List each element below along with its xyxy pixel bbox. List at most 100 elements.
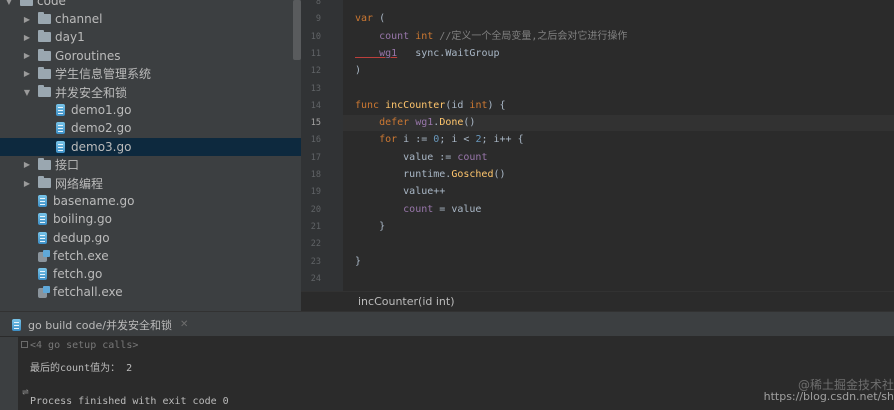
code-line[interactable]: count int //定义一个全局变量,之后会对它进行操作	[343, 29, 894, 45]
tree-item[interactable]: ▶ 学生信息管理系统	[0, 65, 301, 83]
chevron-right-icon[interactable]: ▶	[22, 15, 32, 24]
code-line[interactable]	[343, 271, 894, 287]
tree-item[interactable]: ▶ 接口	[0, 156, 301, 174]
code-line[interactable]: for i := 0; i < 2; i++ {	[343, 132, 894, 148]
line-number: 23	[310, 256, 321, 267]
run-console[interactable]: ⇌ <4 go setup calls> 最后的count值为： 2 Process…	[18, 337, 894, 410]
code-line[interactable]	[343, 236, 894, 252]
tree-item[interactable]: demo2.go	[0, 119, 301, 137]
run-tab-label: go build code/并发安全和锁	[28, 318, 172, 332]
chevron-right-icon[interactable]: ▶	[22, 51, 32, 60]
project-tree[interactable]: ▼ code ▶ channel ▶ day1 ▶ Goroutines ▶ 学生信息管理系统 ▼ 并…	[0, 0, 301, 311]
go-file-icon	[38, 213, 47, 226]
code-line[interactable]	[343, 81, 894, 97]
tree-item[interactable]: fetchall.exe	[0, 283, 301, 301]
line-number: 20	[310, 204, 321, 215]
code-text: var (	[355, 11, 385, 27]
go-file-icon	[38, 268, 47, 280]
tree-item[interactable]: dedup.go	[0, 229, 301, 247]
tree-item[interactable]: fetch.go	[0, 265, 301, 283]
code-token: Gosched	[451, 169, 494, 180]
code-line[interactable]	[343, 0, 894, 10]
code-token: runtime.	[355, 169, 452, 180]
tree-item[interactable]: demo1.go	[0, 101, 301, 119]
code-editor[interactable]: var ( count int //定义一个全局变量,之后会对它进行操作 wg1…	[343, 0, 894, 291]
line-number: 22	[310, 239, 321, 250]
line-number: 14	[310, 100, 321, 111]
tree-item[interactable]: boiling.go	[0, 210, 301, 228]
chevron-right-icon[interactable]: ▶	[22, 69, 32, 78]
code-token: for	[355, 134, 404, 146]
code-line[interactable]: defer wg1.Done()	[343, 115, 894, 132]
line-number: 9	[315, 14, 321, 25]
line-number: 11	[310, 48, 321, 59]
code-line[interactable]: value++	[343, 184, 894, 200]
code-token: }	[355, 255, 362, 267]
tree-item-label: demo1.go	[71, 103, 132, 118]
code-text: value++	[355, 184, 445, 200]
line-number-gutter: 8 9 10 11 12 13 14 15 16 17 18 19 20 21 22 23 24	[301, 0, 352, 291]
code-token: int	[469, 99, 488, 111]
expand-icon[interactable]	[21, 341, 28, 348]
code-token: ) {	[487, 99, 506, 111]
code-text: count int //定义一个全局变量,之后会对它进行操作	[355, 29, 627, 45]
close-icon[interactable]: ✕	[180, 319, 188, 330]
code-line[interactable]: wg1 sync.WaitGroup	[343, 46, 894, 62]
code-line[interactable]: }	[343, 219, 894, 235]
console-line: <4 go setup calls>	[30, 340, 139, 351]
chevron-down-icon[interactable]: ▼	[4, 0, 14, 6]
tree-item-label: fetchall.exe	[53, 285, 123, 300]
line-number: 13	[310, 83, 321, 94]
code-line[interactable]: var (	[343, 11, 894, 27]
tree-scrollbar[interactable]	[293, 0, 301, 60]
tree-item[interactable]: ▼ 并发安全和锁	[0, 83, 301, 101]
code-token: ()	[493, 169, 506, 180]
go-file-icon	[12, 318, 21, 331]
chevron-right-icon[interactable]: ▶	[22, 33, 32, 42]
tree-item[interactable]: ▶ day1	[0, 28, 301, 46]
chevron-down-icon[interactable]: ▼	[22, 88, 32, 97]
line-number: 19	[310, 187, 321, 198]
go-file-icon	[38, 195, 47, 208]
folder-icon	[38, 85, 51, 97]
folder-icon	[38, 12, 51, 25]
breadcrumb[interactable]: incCounter(id int)	[301, 291, 894, 311]
line-number: 16	[310, 135, 321, 146]
code-line[interactable]: value := count	[343, 150, 894, 166]
folder-icon	[38, 157, 51, 170]
code-token: Done	[439, 117, 464, 129]
code-token: incCounter	[385, 99, 446, 111]
tree-item[interactable]: ▶ 网络编程	[0, 174, 301, 192]
breadcrumb-function[interactable]: incCounter(id int)	[358, 295, 455, 308]
code-token: = value	[433, 203, 482, 215]
tree-item[interactable]: ▶ Goroutines	[0, 47, 301, 65]
code-text: for i := 0; i < 2; i++ {	[355, 132, 524, 148]
line-number: 12	[310, 66, 321, 77]
run-toolbar	[0, 337, 18, 410]
line-number: 8	[315, 0, 321, 7]
code-line[interactable]: count = value	[343, 202, 894, 218]
code-line[interactable]: }	[343, 254, 894, 270]
code-line[interactable]: func incCounter(id int) {	[343, 98, 894, 114]
tree-item[interactable]: fetch.exe	[0, 247, 301, 265]
watermark: @稀土掘金技术社 https://blog.csdn.net/sh	[764, 379, 894, 403]
tree-item[interactable]: demo3.go	[0, 137, 301, 156]
tree-item[interactable]: basename.go	[0, 192, 301, 210]
code-line[interactable]: )	[343, 63, 894, 79]
run-tab[interactable]: go build code/并发安全和锁 ✕	[12, 312, 188, 337]
tree-item-label: 并发安全和锁	[55, 85, 128, 100]
line-number: 17	[310, 152, 321, 163]
code-token: count	[457, 151, 488, 163]
tree-item[interactable]: ▶ channel	[0, 10, 301, 28]
code-line[interactable]: runtime.Gosched()	[343, 167, 894, 183]
code-token: var	[355, 13, 374, 25]
tree-item[interactable]: ▼ code	[0, 0, 301, 10]
code-token: defer	[355, 117, 416, 129]
code-text: defer wg1.Done()	[355, 115, 475, 131]
chevron-right-icon[interactable]: ▶	[22, 179, 32, 188]
code-token: (id	[445, 99, 470, 111]
soft-wrap-icon[interactable]: ⇌	[22, 385, 29, 398]
code-token: wg1	[415, 117, 434, 129]
chevron-right-icon[interactable]: ▶	[22, 160, 32, 169]
folder-icon	[38, 48, 51, 61]
